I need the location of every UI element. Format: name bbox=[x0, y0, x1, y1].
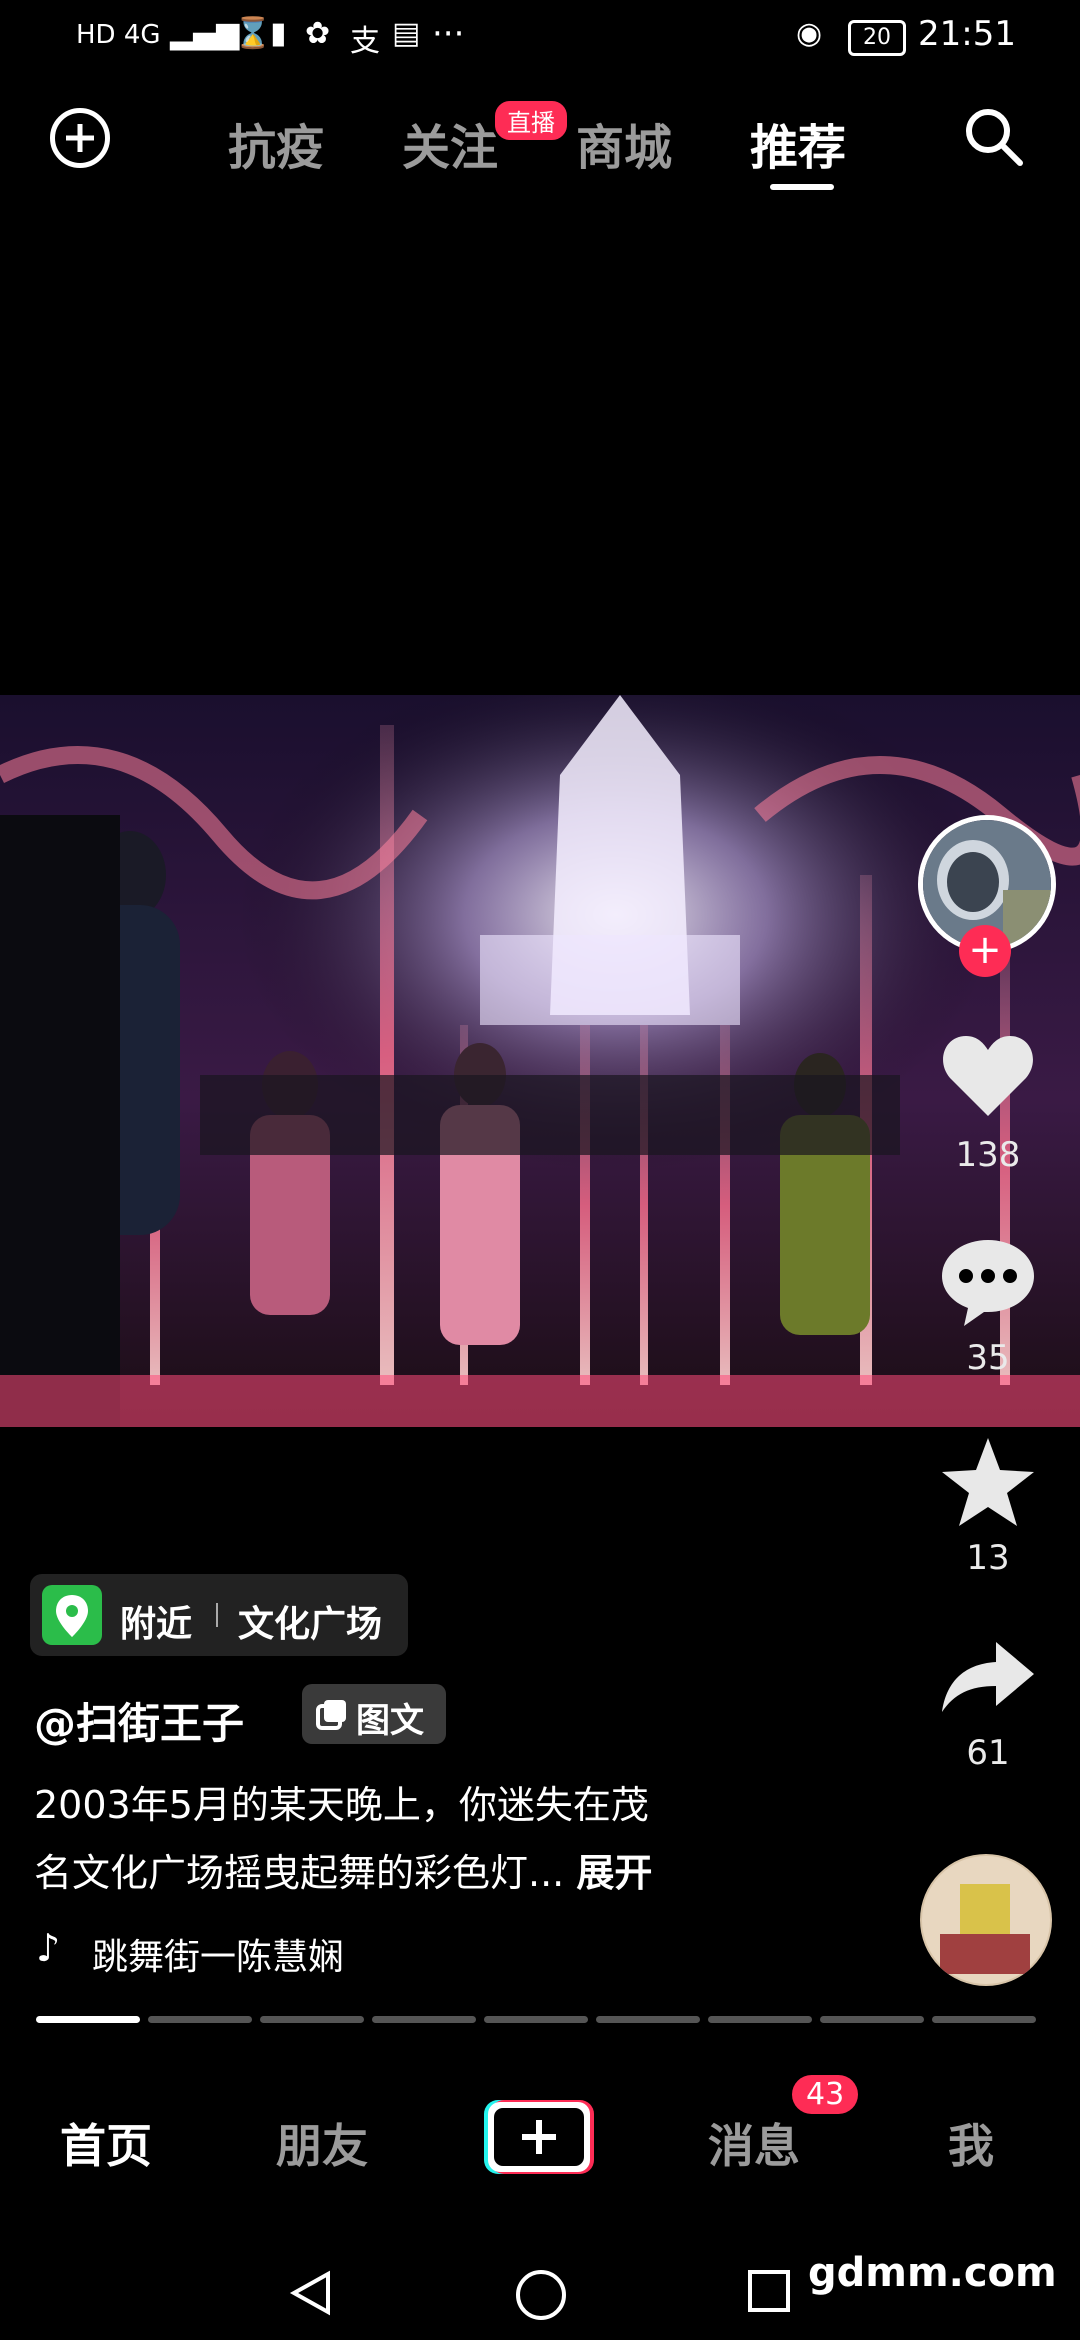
create-plus-icon bbox=[484, 2100, 594, 2174]
recents-square-icon[interactable] bbox=[746, 2268, 792, 2314]
back-icon[interactable] bbox=[286, 2268, 336, 2318]
music-note-icon: ♪ bbox=[36, 1926, 61, 1970]
image-text-icon bbox=[316, 1700, 346, 1730]
description-line-1: 2003年5月的某天晚上，你迷失在茂 bbox=[34, 1783, 649, 1827]
favorite-count: 13 bbox=[966, 1538, 1010, 1578]
progress-segment bbox=[148, 2016, 252, 2023]
post-image[interactable] bbox=[0, 695, 1080, 1427]
share-count: 61 bbox=[966, 1733, 1010, 1773]
alipay-icon: 支 bbox=[350, 24, 380, 59]
progress-segment bbox=[372, 2016, 476, 2023]
active-tab-indicator bbox=[770, 184, 834, 190]
progress-segment bbox=[260, 2016, 364, 2023]
progress-segment bbox=[484, 2016, 588, 2023]
description-text: 名文化广场摇曳起舞的彩色灯... bbox=[34, 1851, 565, 1895]
comment-icon[interactable] bbox=[938, 1236, 1038, 1328]
status-bar: HD 4G ▂▄▆ ⌛ ▮ ✿ 支 ▤ ··· ◉ 20 21:51 bbox=[0, 0, 1080, 72]
tab-following[interactable]: 关注 bbox=[402, 108, 498, 178]
follow-button[interactable]: + bbox=[959, 925, 1011, 977]
search-icon[interactable] bbox=[962, 105, 1026, 169]
comment-count: 35 bbox=[966, 1338, 1010, 1378]
fountain-scene-image bbox=[0, 695, 1080, 1427]
home-circle-icon[interactable] bbox=[514, 2268, 568, 2322]
network-icons: HD 4G bbox=[76, 20, 161, 50]
signal-icon: ▂▄▆ bbox=[170, 16, 240, 51]
location-pin-icon bbox=[42, 1585, 102, 1645]
location-tag: 附近 bbox=[120, 1604, 193, 1645]
location-divider bbox=[216, 1603, 218, 1627]
nav-friends[interactable]: 朋友 bbox=[276, 2110, 368, 2176]
music-cover-image bbox=[920, 1854, 1052, 1986]
app-icon: ✿ bbox=[305, 16, 331, 51]
battery-alert-icon: ▮ bbox=[270, 16, 287, 51]
create-button[interactable] bbox=[482, 2098, 596, 2176]
nav-home[interactable]: 首页 bbox=[60, 2110, 152, 2176]
eye-icon: ◉ bbox=[796, 16, 823, 51]
tab-mall[interactable]: 商城 bbox=[576, 108, 672, 178]
share-arrow-icon[interactable] bbox=[940, 1640, 1036, 1714]
author-username[interactable]: @扫街王子 bbox=[34, 1690, 244, 1751]
battery-level: 20 bbox=[863, 25, 891, 50]
nav-messages[interactable]: 消息 bbox=[708, 2110, 800, 2176]
expand-link[interactable]: 展开 bbox=[576, 1851, 652, 1895]
tab-antiepidemic[interactable]: 抗疫 bbox=[228, 108, 324, 178]
like-count: 138 bbox=[955, 1135, 1021, 1175]
description-line-2: 名文化广场摇曳起舞的彩色灯... 展开 bbox=[34, 1842, 774, 1897]
tab-recommend[interactable]: 推荐 bbox=[750, 108, 846, 178]
like-heart-icon[interactable] bbox=[940, 1030, 1036, 1120]
progress-segment bbox=[596, 2016, 700, 2023]
music-title[interactable]: 跳舞街一陈慧娴 bbox=[92, 1928, 344, 1980]
more-notifications: ··· bbox=[432, 14, 465, 54]
gift-icon: ▤ bbox=[392, 16, 421, 51]
progress-segment bbox=[708, 2016, 812, 2023]
hourglass-icon: ⌛ bbox=[234, 16, 272, 51]
post-type-label: 图文 bbox=[356, 1701, 424, 1741]
progress-segment bbox=[36, 2016, 140, 2023]
favorite-star-icon[interactable] bbox=[940, 1436, 1036, 1528]
music-disc[interactable] bbox=[920, 1854, 1052, 1986]
progress-segment bbox=[932, 2016, 1036, 2023]
progress-segment bbox=[820, 2016, 924, 2023]
clock: 21:51 bbox=[918, 14, 1016, 54]
live-badge: 直播 bbox=[492, 98, 570, 143]
watermark: gdmm.com bbox=[808, 2250, 1057, 2296]
nav-me[interactable]: 我 bbox=[948, 2110, 994, 2176]
add-icon[interactable] bbox=[50, 108, 110, 168]
location-name: 文化广场 bbox=[238, 1604, 383, 1645]
messages-badge: 43 bbox=[792, 2075, 859, 2114]
battery-icon: 20 bbox=[848, 20, 906, 56]
